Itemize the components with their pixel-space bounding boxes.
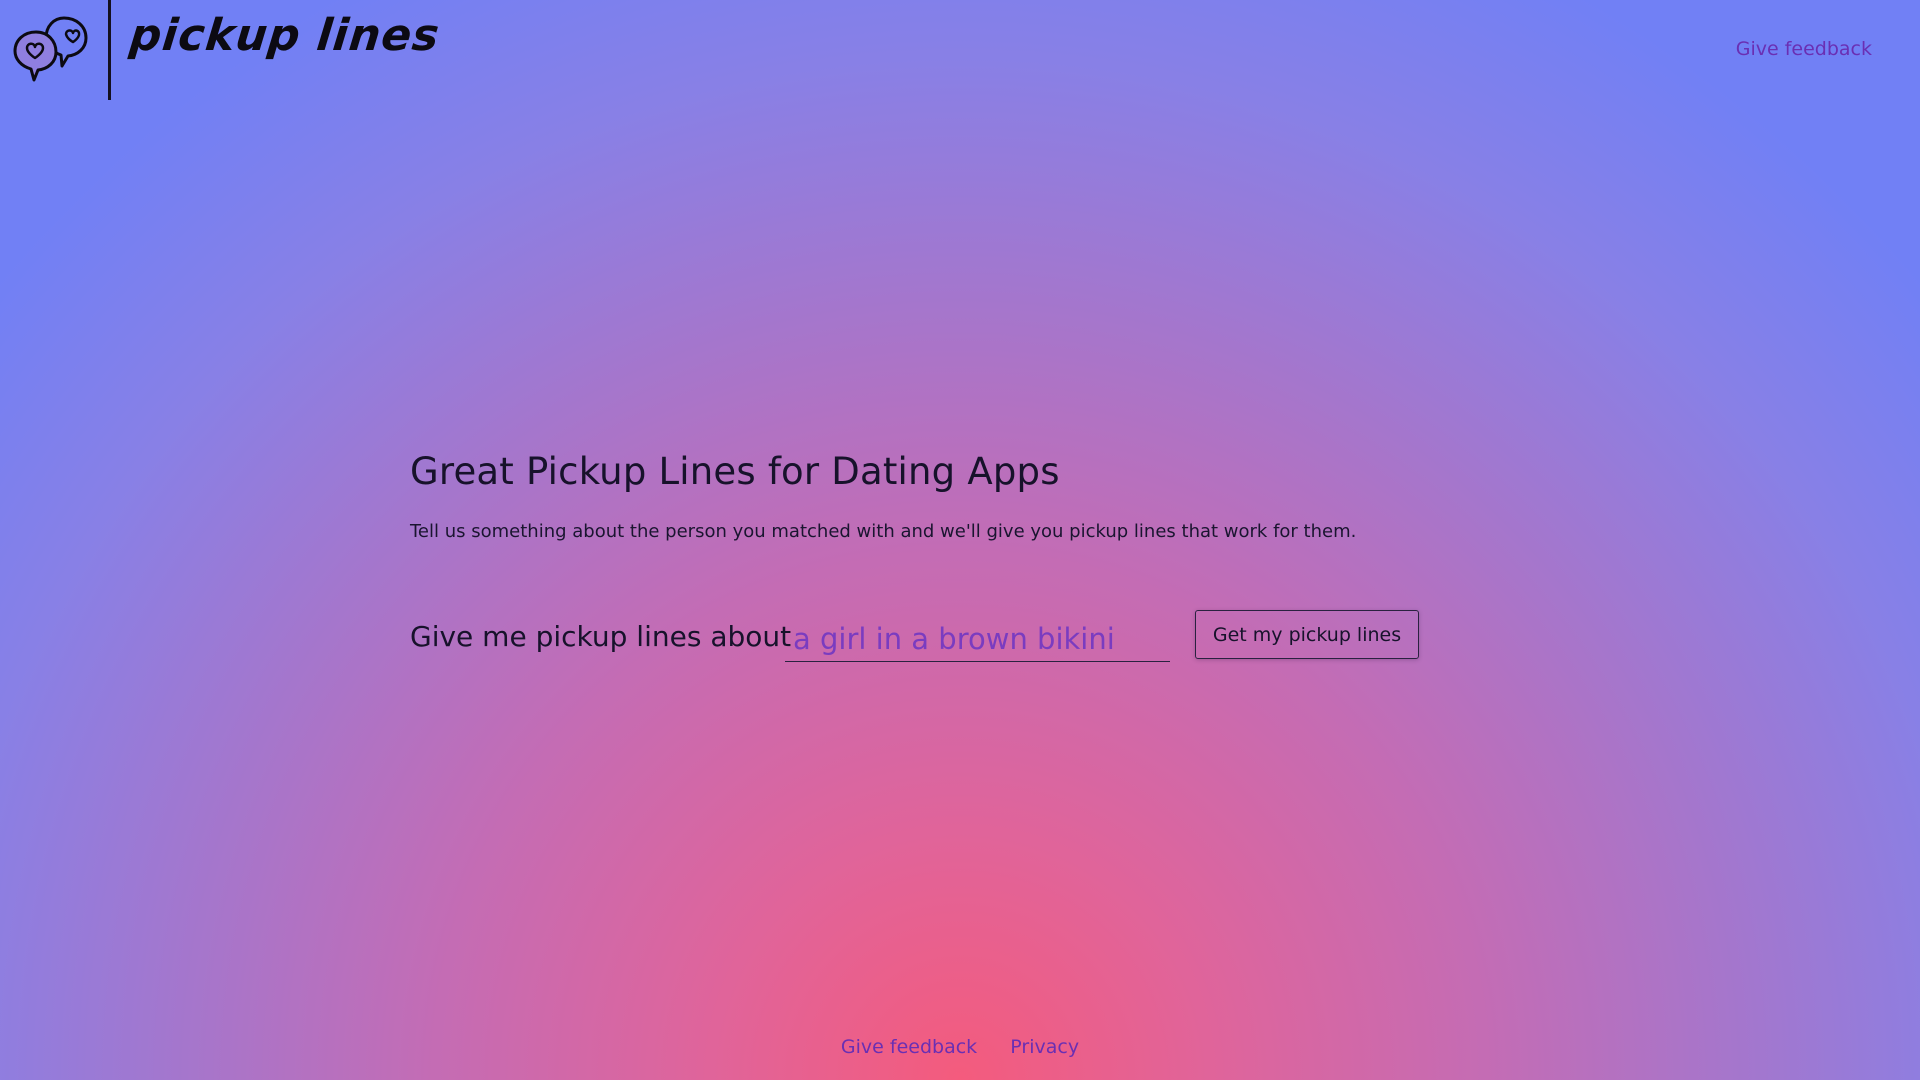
page-title: Great Pickup Lines for Dating Apps	[410, 450, 1060, 493]
heart-speech-bubbles-icon[interactable]	[12, 14, 92, 84]
logo-divider	[108, 0, 111, 100]
header-feedback-link[interactable]: Give feedback	[1736, 38, 1872, 60]
get-pickup-lines-button[interactable]: Get my pickup lines	[1195, 610, 1419, 659]
logo-text[interactable]: pickup lines	[127, 10, 442, 61]
site-footer: Give feedback Privacy	[0, 1036, 1920, 1058]
site-header: pickup lines Give feedback	[0, 0, 1920, 100]
topic-label: Give me pickup lines about	[410, 620, 792, 653]
topic-input[interactable]	[785, 616, 1170, 662]
pickup-lines-form: Give me pickup lines about Get my pickup…	[410, 610, 1510, 670]
page-subtitle: Tell us something about the person you m…	[410, 521, 1357, 542]
footer-privacy-link[interactable]: Privacy	[1010, 1036, 1079, 1058]
main-content: Great Pickup Lines for Dating Apps Tell …	[410, 450, 1510, 662]
footer-feedback-link[interactable]: Give feedback	[841, 1036, 977, 1058]
